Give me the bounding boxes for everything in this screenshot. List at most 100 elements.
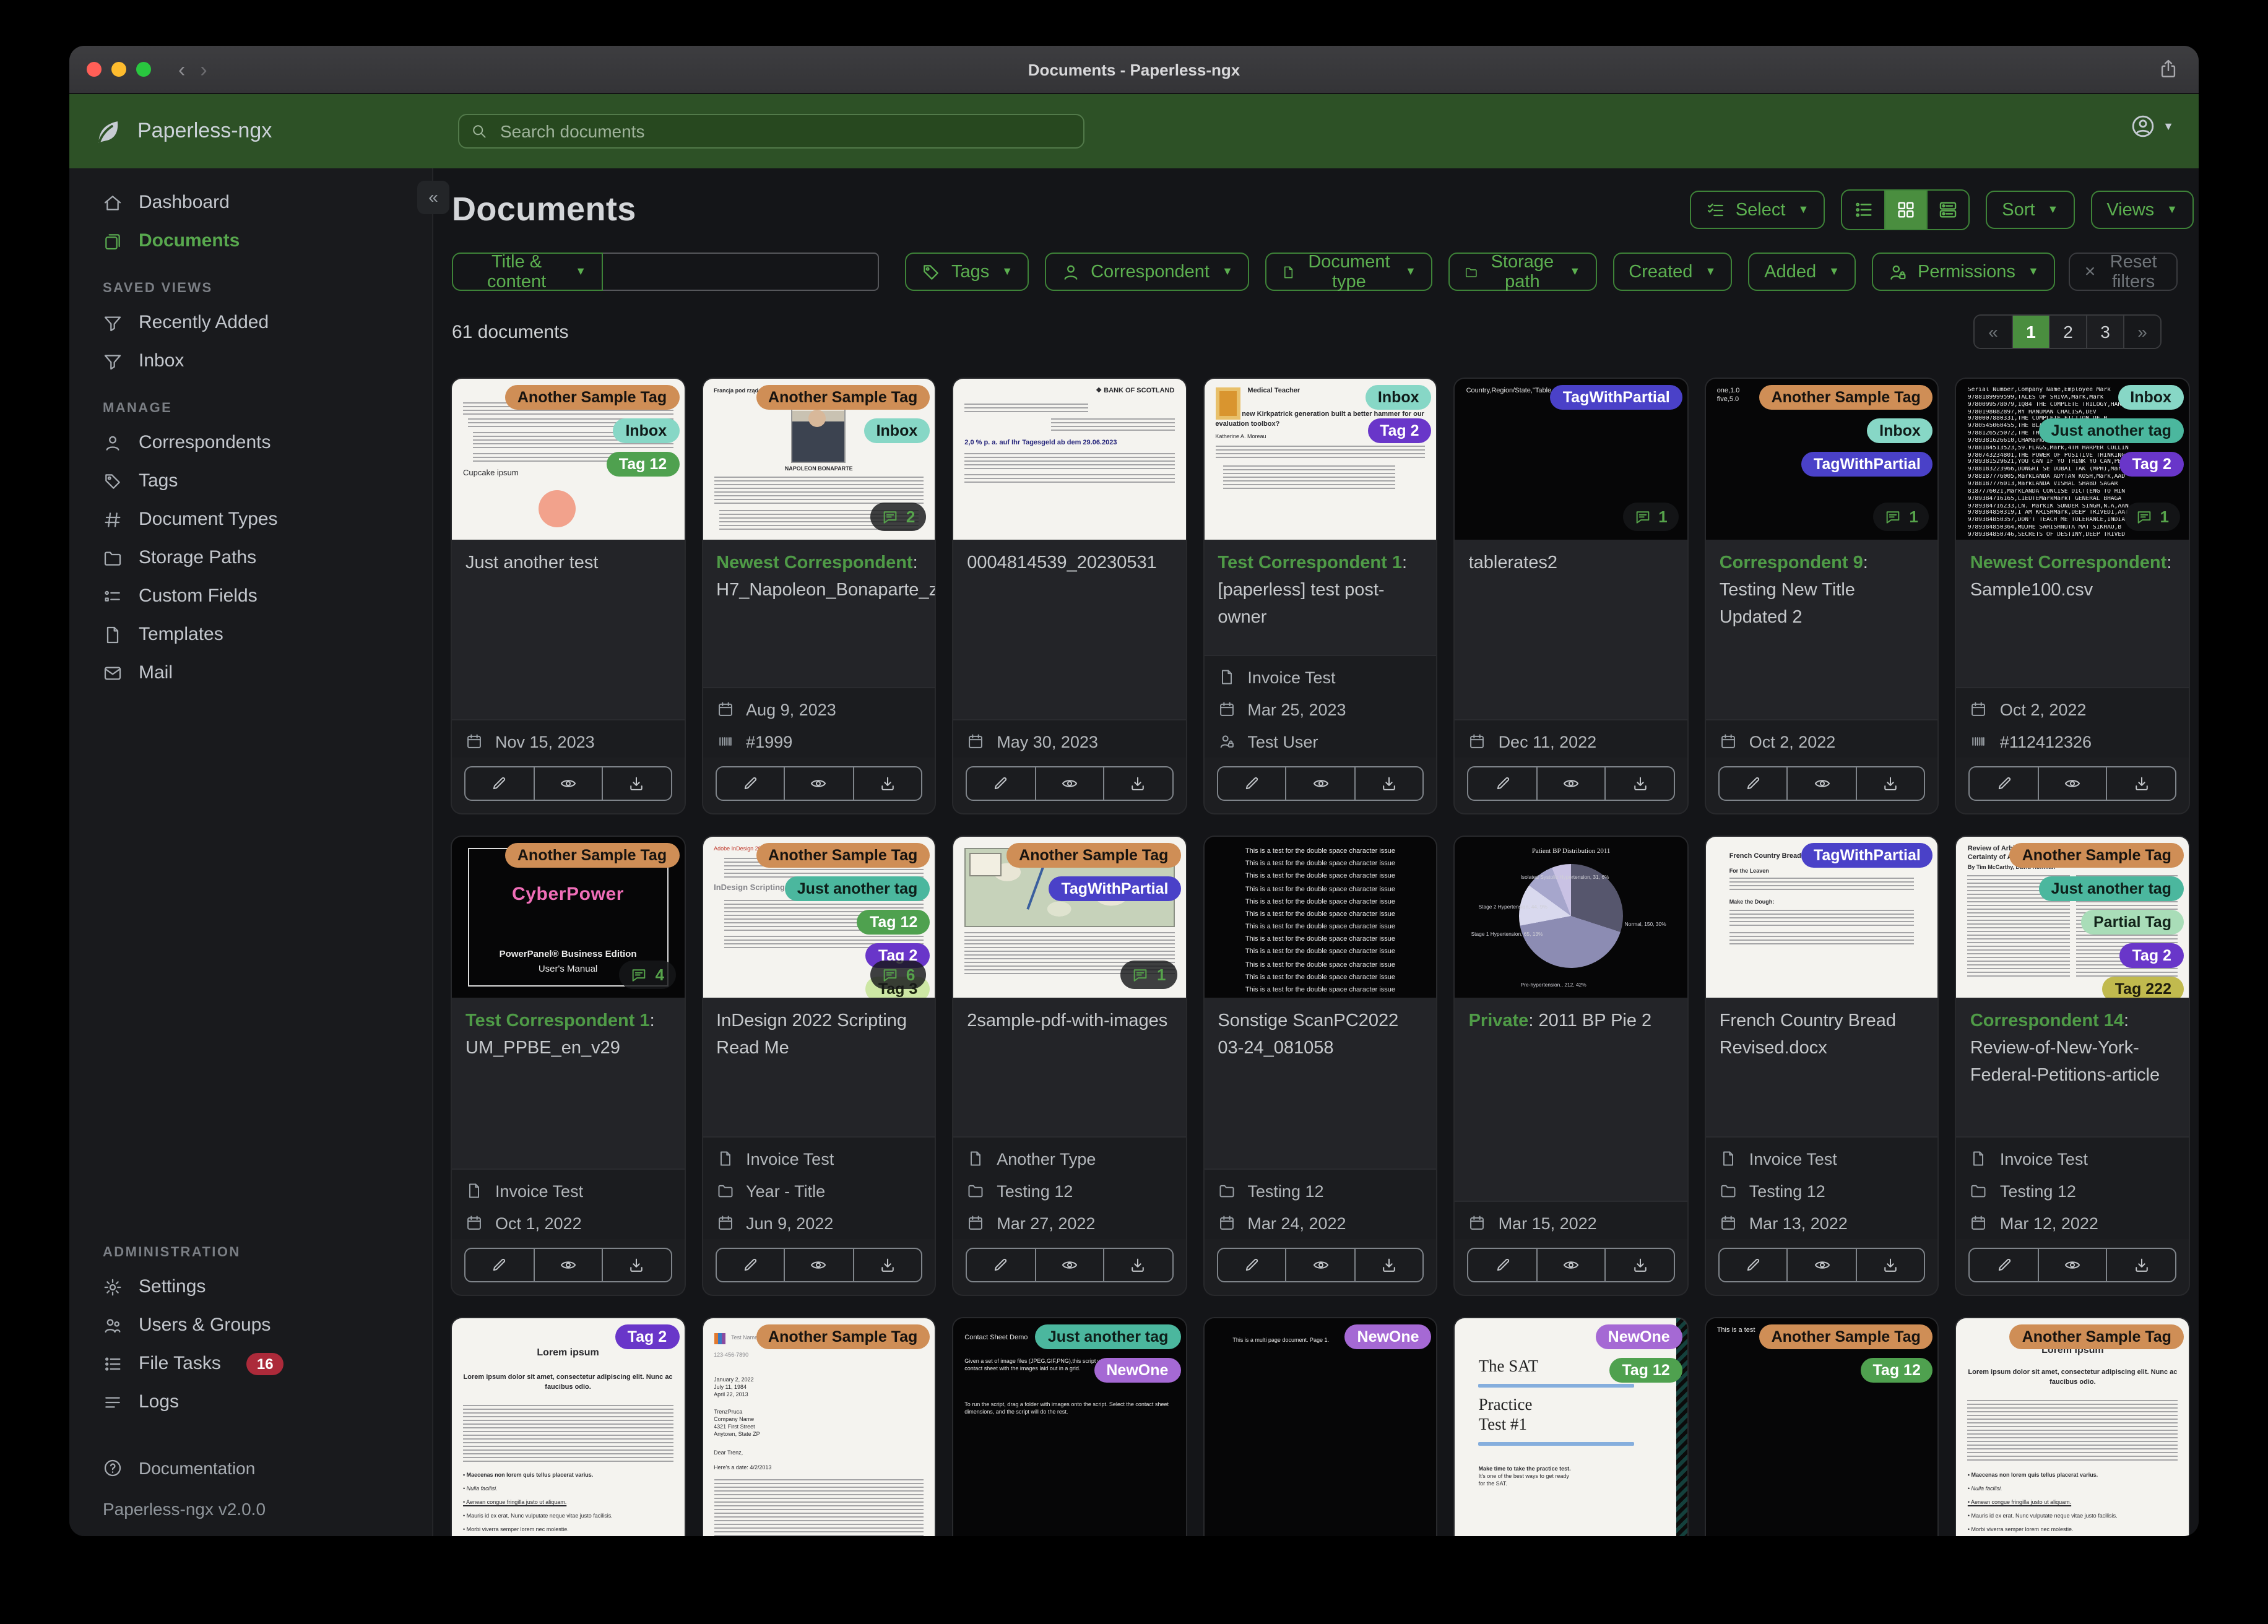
sidebar-item-users-groups[interactable]: Users & Groups [69,1306,432,1344]
tag-newone[interactable]: NewOne [1595,1324,1682,1349]
correspondent-link[interactable]: Test Correspondent 1 [1218,553,1402,573]
document-thumbnail[interactable]: Medical Teacher Has the new Kirkpatrick g… [1204,379,1437,540]
tag-inbox[interactable]: Inbox [2118,385,2184,410]
sort-button[interactable]: Sort ▼ [1986,191,2075,229]
filter-storage-path-button[interactable]: Storage path ▼ [1448,252,1597,292]
document-card[interactable]: Lorem ipsum Lorem ipsum dolor sit amet, c… [1956,1318,2189,1536]
document-thumbnail[interactable]: ❖ BANK OF SCOTLAND 2,0 % p. a. auf Ihr Ta… [953,379,1186,540]
sidebar-item-documents[interactable]: Documents [69,222,432,260]
tag-another-sample-tag[interactable]: Another Sample Tag [756,843,930,868]
document-card[interactable]: Test Name 123-456-7890 January 2, 2022 July… [703,1318,935,1536]
download-document-button[interactable] [852,767,921,800]
edit-document-button[interactable] [1720,767,1787,800]
document-title-link[interactable]: Correspondent 14: Review-of-New-York-Fed… [1956,998,2189,1136]
sidebar-item-tags[interactable]: Tags [69,462,432,500]
sidebar-item-logs[interactable]: Logs [69,1383,432,1421]
tag-newone[interactable]: NewOne [1094,1358,1181,1383]
edit-document-button[interactable] [967,1249,1034,1281]
document-card[interactable]: The SAT Practice Test #1 Make time to take … [1455,1318,1687,1536]
document-thumbnail[interactable]: Country,Region/State,"Table 1.1","Table … [1455,379,1687,540]
document-card[interactable]: Country,Region/State,"Table 1.1","Table … [1455,379,1687,813]
tag-tagwithpartial[interactable]: TagWithPartial [1550,385,1682,410]
edit-document-button[interactable] [716,767,784,800]
sidebar-item-templates[interactable]: Templates [69,615,432,654]
document-card[interactable]: Patient BP Distribution 2011 Normal, 150,… [1455,837,1687,1295]
view-document-button[interactable] [1536,767,1605,800]
search-input[interactable] [498,120,1072,142]
sidebar-item-mail[interactable]: Mail [69,654,432,692]
document-thumbnail[interactable]: The SAT Practice Test #1 Make time to take … [1455,1318,1687,1536]
filter-permissions-button[interactable]: Permissions ▼ [1872,253,2055,291]
correspondent-link[interactable]: Correspondent 14 [1970,1011,2124,1031]
document-thumbnail[interactable]: Adobe Acrobat PDF FilesCupcake ipsumAnot… [452,379,685,540]
document-title-link[interactable]: Sonstige ScanPC2022 03-24_081058 [1204,998,1437,1168]
view-document-button[interactable] [1786,1249,1856,1281]
document-title-link[interactable]: tablerates2 [1455,540,1687,719]
edit-document-button[interactable] [1720,1249,1787,1281]
tag-tag-12[interactable]: Tag 12 [1609,1358,1682,1383]
tag-tag-12[interactable]: Tag 12 [606,452,680,477]
view-mode-grid-button[interactable] [1884,191,1927,229]
document-card[interactable]: Lorem ipsum Lorem ipsum dolor sit amet, c… [452,1318,685,1536]
title-content-dropdown[interactable]: Title & content ▼ [452,252,603,292]
view-document-button[interactable] [1786,767,1856,800]
document-card[interactable]: ❖ BANK OF SCOTLAND 2,0 % p. a. auf Ihr Ta… [953,379,1186,813]
edit-document-button[interactable] [1469,1249,1536,1281]
view-document-button[interactable] [1285,767,1354,800]
download-document-button[interactable] [1103,767,1172,800]
document-card[interactable]: Medical Teacher Has the new Kirkpatrick g… [1204,379,1437,813]
tag-tag-2[interactable]: Tag 2 [2119,452,2184,477]
tag-tagwithpartial[interactable]: TagWithPartial [1801,843,1933,868]
view-mode-list-button[interactable] [1842,191,1884,229]
download-document-button[interactable] [1855,1249,1924,1281]
tag-just-another-tag[interactable]: Just another tag [2038,876,2184,901]
tag-newone[interactable]: NewOne [1344,1324,1432,1349]
comment-count-badge[interactable]: 2 [870,503,927,531]
download-document-button[interactable] [1855,767,1924,800]
view-document-button[interactable] [2037,767,2106,800]
view-document-button[interactable] [1034,1249,1103,1281]
tag-another-sample-tag[interactable]: Another Sample Tag [2009,843,2184,868]
document-title-link[interactable]: Test Correspondent 1: UM_PPBE_en_v29 [452,998,685,1168]
view-document-button[interactable] [533,767,602,800]
comment-count-badge[interactable]: 1 [1120,961,1177,989]
edit-document-button[interactable] [465,1249,533,1281]
sidebar-item-storage-paths[interactable]: Storage Paths [69,538,432,577]
sidebar-item-dashboard[interactable]: Dashboard [69,183,432,222]
edit-document-button[interactable] [1469,767,1536,800]
reset-filters-button[interactable]: × Reset filters [2068,252,2178,292]
document-thumbnail[interactable]: Patient BP Distribution 2011 Normal, 150,… [1455,837,1687,998]
document-thumbnail[interactable]: one,1.0 five,5.0 Another Sample Tag Inbox Ta… [1705,379,1938,540]
user-menu[interactable]: ▼ [2131,114,2174,139]
document-thumbnail[interactable]: French Country Bread For the Leaven Make t… [1705,837,1938,998]
tag-another-sample-tag[interactable]: Another Sample Tag [1006,843,1181,868]
document-thumbnail[interactable]: Review of Arbitral Awards Shows Swift Re… [1956,837,2189,998]
view-document-button[interactable] [1285,1249,1354,1281]
document-card[interactable]: one,1.0 five,5.0 Another Sample Tag Inbox Ta… [1705,379,1938,813]
document-title-link[interactable]: Newest Correspondent: Sample100.csv [1956,540,2189,687]
pagination-page-3[interactable]: 3 [2086,316,2123,348]
filter-document-type-button[interactable]: Document type ▼ [1265,252,1432,292]
edit-document-button[interactable] [1970,1249,2038,1281]
download-document-button[interactable] [1103,1249,1172,1281]
document-card[interactable]: Another Sample Tag TagWithPartial 1 2sample… [953,837,1186,1295]
tag-tag-2[interactable]: Tag 2 [1367,418,1432,443]
sidebar-item-custom-fields[interactable]: Custom Fields [69,577,432,615]
filter-tags-button[interactable]: Tags ▼ [905,253,1029,291]
title-content-input[interactable] [602,253,880,291]
pagination-next[interactable]: » [2123,316,2160,348]
tag-another-sample-tag[interactable]: Another Sample Tag [504,385,680,410]
document-title-link[interactable]: Private: 2011 BP Pie 2 [1455,998,1687,1201]
document-thumbnail[interactable]: Test Name 123-456-7890 January 2, 2022 July… [703,1318,935,1536]
tag-just-another-tag[interactable]: Just another tag [2038,418,2184,443]
document-card[interactable]: Adobe Acrobat PDF FilesCupcake ipsumAnot… [452,379,685,813]
edit-document-button[interactable] [1218,1249,1285,1281]
edit-document-button[interactable] [716,1249,784,1281]
views-button[interactable]: Views ▼ [2090,191,2194,229]
tag-inbox[interactable]: Inbox [863,418,930,443]
tag-another-sample-tag[interactable]: Another Sample Tag [504,843,680,868]
sidebar-item-file-tasks[interactable]: File Tasks 16 [69,1344,432,1383]
pagination-previous[interactable]: « [1975,316,2012,348]
tag-just-another-tag[interactable]: Just another tag [1035,1324,1181,1349]
view-document-button[interactable] [1034,767,1103,800]
